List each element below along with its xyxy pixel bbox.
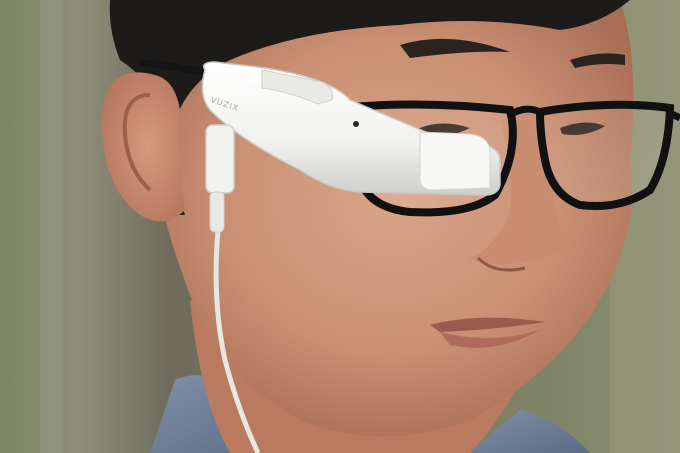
- device-camera-icon: [353, 121, 359, 127]
- usb-connector: [205, 124, 235, 194]
- photo-scene: VUZIX: [0, 0, 680, 453]
- glasses-right-lens: [535, 100, 675, 210]
- photo-canvas: VUZIX: [0, 0, 680, 453]
- cable-strain-relief: [209, 191, 225, 233]
- background-pillar: [40, 0, 62, 453]
